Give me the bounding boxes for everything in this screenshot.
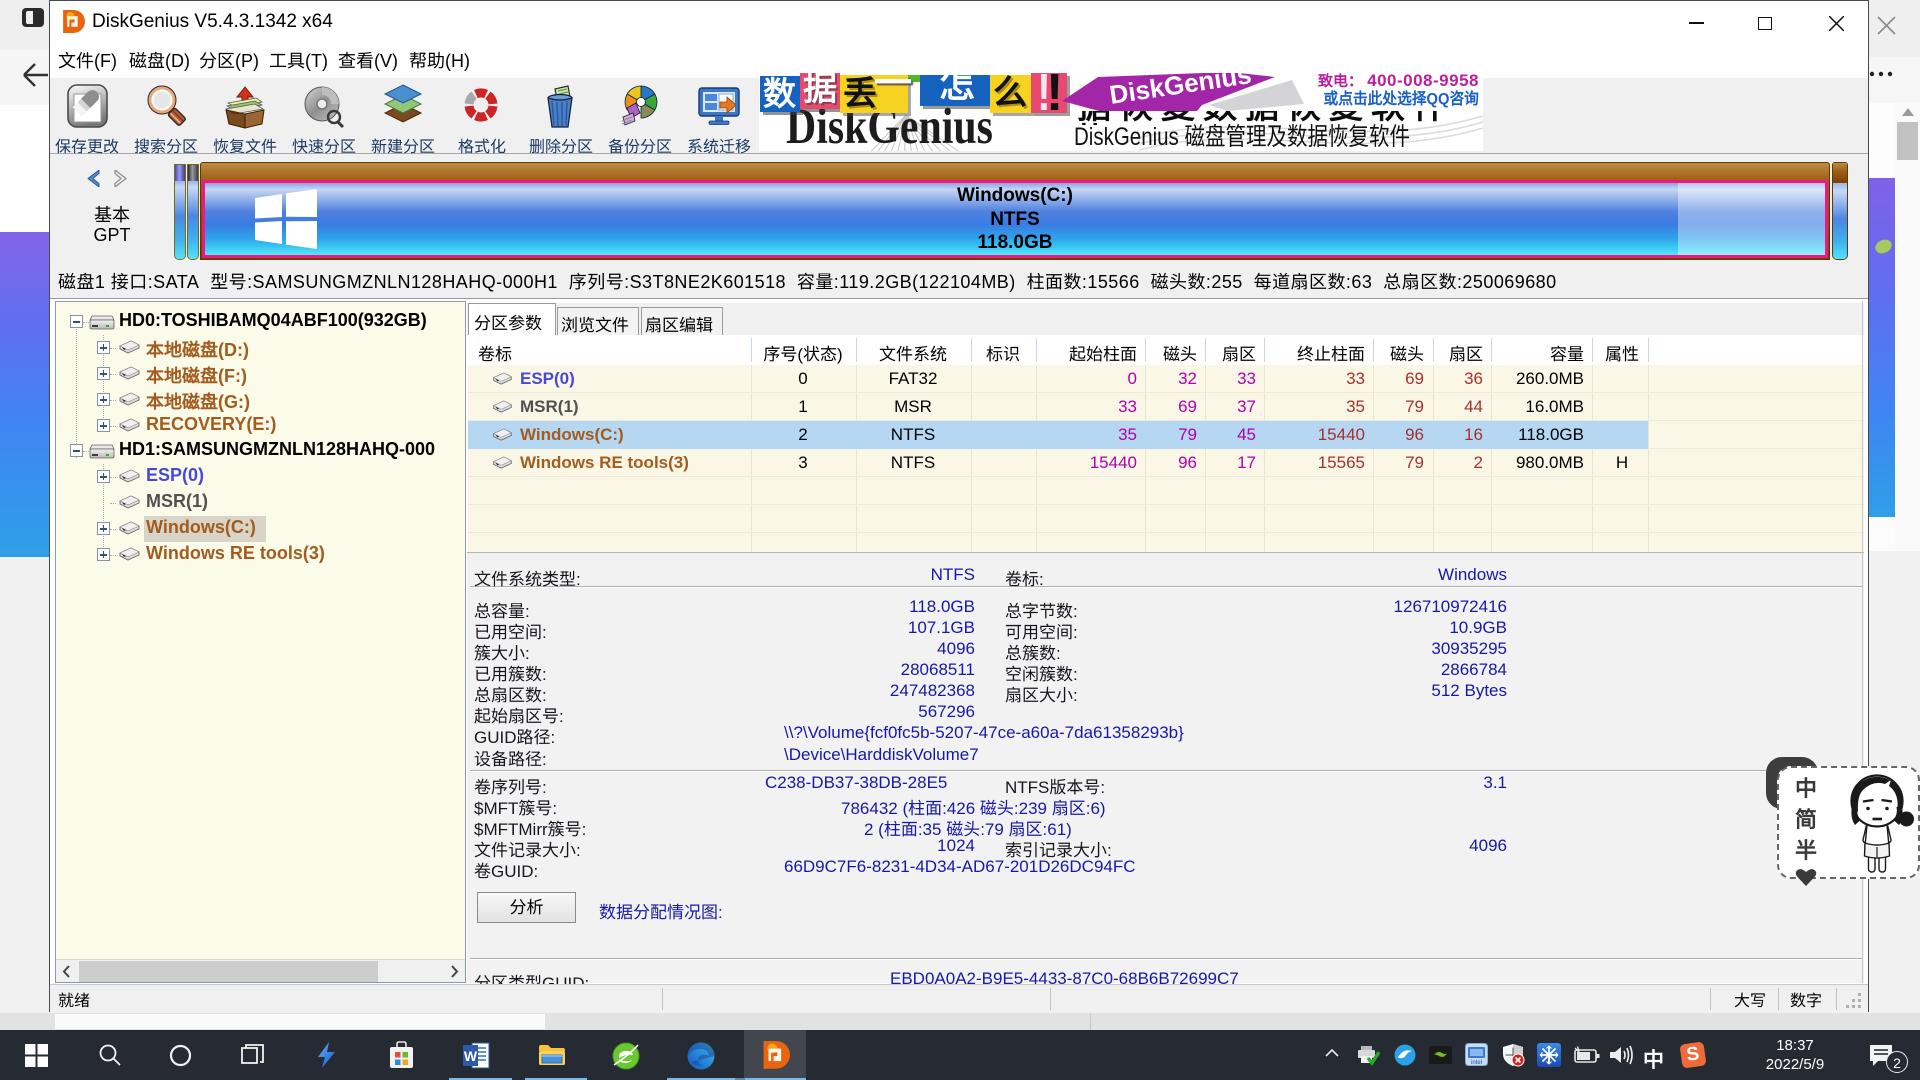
svg-text:W: W — [464, 1048, 478, 1064]
svg-text:intel: intel — [1471, 1060, 1482, 1066]
